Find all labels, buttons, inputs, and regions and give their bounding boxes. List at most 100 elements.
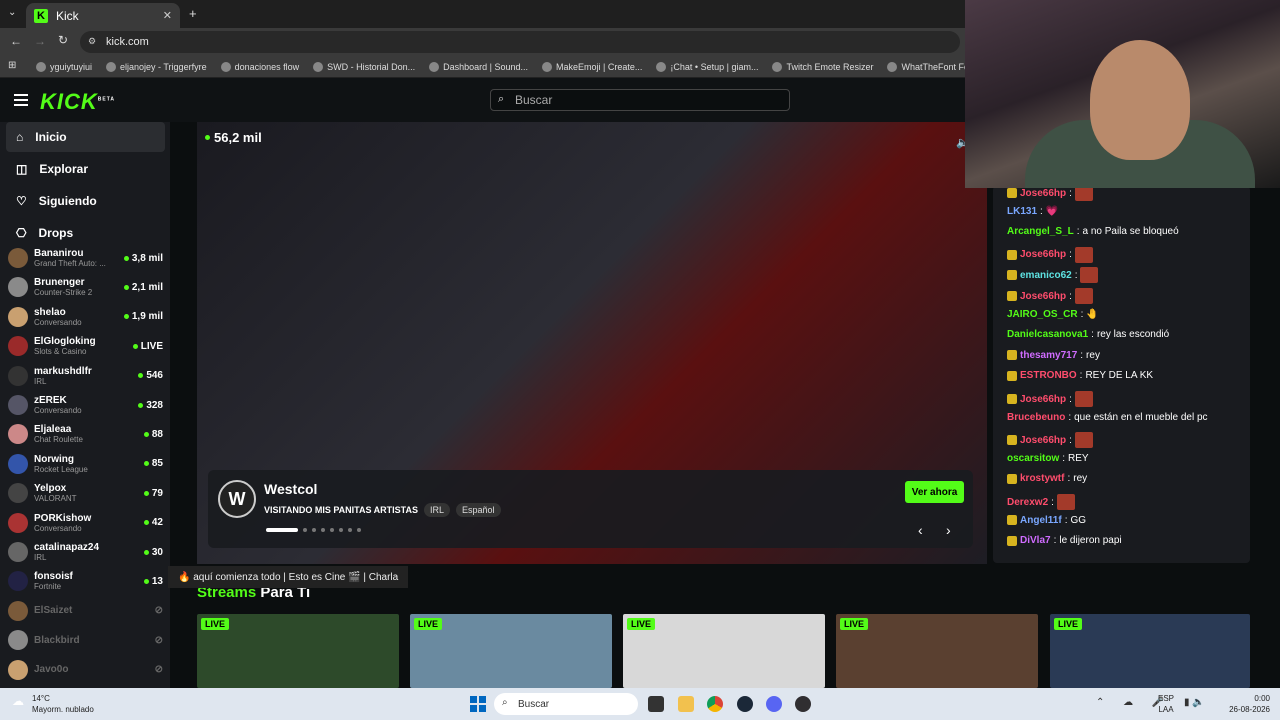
nav-item-inicio[interactable]: ⌂ Inicio xyxy=(6,122,165,152)
tag-language[interactable]: Español xyxy=(456,503,501,517)
streamer-name[interactable]: Westcol xyxy=(264,481,317,497)
chat-username[interactable]: krostywtf xyxy=(1020,473,1064,484)
chat-text: 🤚 xyxy=(1086,308,1099,320)
bookmark-item[interactable]: MakeEmoji | Create... xyxy=(542,61,642,72)
bookmark-favicon-icon xyxy=(106,61,117,72)
chat-username[interactable]: DiVla7 xyxy=(1020,535,1051,546)
stream-thumbnail[interactable]: LIVE xyxy=(623,614,825,688)
carousel-dot[interactable] xyxy=(303,528,307,532)
bookmark-item[interactable]: ¡Chat • Setup | giam... xyxy=(656,61,758,72)
sidebar-channel[interactable]: ElGlogloking Slots & Casino LIVE xyxy=(8,332,163,360)
carousel-dot[interactable] xyxy=(357,528,361,532)
stream-thumbnail[interactable]: LIVE xyxy=(197,614,399,688)
forward-icon[interactable]: → xyxy=(34,34,46,48)
chat-username[interactable]: oscarsitow xyxy=(1007,453,1059,464)
tag-irl[interactable]: IRL xyxy=(424,503,451,517)
channel-info: shelao Conversando xyxy=(34,307,124,327)
taskbar-search[interactable]: Buscar xyxy=(494,693,638,715)
bookmark-item[interactable]: Twitch Emote Resizer xyxy=(772,61,873,72)
sidebar-channel[interactable]: markushdlfr IRL 546 xyxy=(8,362,163,390)
sidebar-channel[interactable]: fonsoisf Fortnite 13 xyxy=(8,567,163,595)
chat-username[interactable]: Jose66hp xyxy=(1020,249,1066,260)
windows-start-icon[interactable] xyxy=(470,696,486,712)
carousel-prev-button[interactable]: ‹ xyxy=(918,522,923,538)
carousel-dot[interactable] xyxy=(266,528,298,532)
kick-logo[interactable]: KICKBETA xyxy=(40,89,115,115)
taskbar-search-icon: ⌕ xyxy=(502,697,508,708)
chat-emote-icon xyxy=(1080,267,1099,284)
tab-close-icon[interactable]: ✕ xyxy=(163,9,172,22)
channel-viewers: 13 xyxy=(143,576,163,587)
obs-icon[interactable] xyxy=(795,696,811,712)
channel-name: Yelpox xyxy=(34,483,67,495)
apps-grid-icon[interactable]: ⊞ xyxy=(8,60,16,71)
chat-username[interactable]: Danielcasanova1 xyxy=(1007,329,1088,340)
bookmark-item[interactable]: SWD - Historial Don... xyxy=(313,61,415,72)
chat-username[interactable]: Jose66hp xyxy=(1020,291,1066,302)
tab-list-icon[interactable]: ⌄ xyxy=(8,7,16,18)
bookmark-item[interactable]: donaciones flow xyxy=(220,61,299,72)
sidebar-channel[interactable]: Yelpox VALORANT 79 xyxy=(8,479,163,507)
stream-thumbnail[interactable]: LIVE xyxy=(1050,614,1250,688)
stream-thumbnail[interactable]: LIVE xyxy=(410,614,612,688)
carousel-dot[interactable] xyxy=(321,528,325,532)
nav-item-siguiendo[interactable]: ♡ Siguiendo xyxy=(6,186,165,216)
file-explorer-icon[interactable] xyxy=(678,696,694,712)
sidebar-channel[interactable]: Norwing Rocket League 85 xyxy=(8,450,163,478)
new-tab-icon[interactable]: + xyxy=(189,6,197,21)
chat-username[interactable]: Jose66hp xyxy=(1020,435,1066,446)
streamer-avatar[interactable]: W xyxy=(218,480,256,518)
taskbar-clock[interactable]: 0:00 26-08-2026 xyxy=(1222,693,1270,715)
network-volume-icons[interactable]: ▮ 🔈 xyxy=(1184,697,1205,708)
channel-info: ElGlogloking Slots & Casino xyxy=(34,336,133,356)
steam-icon[interactable] xyxy=(737,696,753,712)
carousel-next-button[interactable]: › xyxy=(946,522,951,538)
bookmark-item[interactable]: Dashboard | Sound... xyxy=(429,61,528,72)
browser-tab[interactable]: K Kick ✕ xyxy=(26,3,180,28)
chat-username[interactable]: Arcangel_S_L xyxy=(1007,226,1074,237)
channel-viewers: ⊘ xyxy=(155,664,163,675)
chat-username[interactable]: Jose66hp xyxy=(1020,188,1066,199)
bookmark-item[interactable]: eljanojey - Triggerfyre xyxy=(106,61,207,72)
channel-info: Brunenger Counter-Strike 2 xyxy=(34,277,124,297)
bookmark-item[interactable]: yguiytuyiui xyxy=(36,61,92,72)
back-icon[interactable]: ← xyxy=(10,34,22,48)
chat-username[interactable]: thesamy717 xyxy=(1020,350,1077,361)
carousel-dot[interactable] xyxy=(312,528,316,532)
search-input[interactable]: Buscar xyxy=(490,89,790,111)
chat-username[interactable]: Jose66hp xyxy=(1020,394,1066,405)
sidebar-channel[interactable]: Blackbird ⊘ xyxy=(8,626,163,654)
carousel-dot[interactable] xyxy=(348,528,352,532)
chrome-icon[interactable] xyxy=(707,696,723,712)
chat-username[interactable]: ESTRONBO xyxy=(1020,370,1077,381)
carousel-dot[interactable] xyxy=(330,528,334,532)
sidebar-channel[interactable]: ElSaizet ⊘ xyxy=(8,597,163,625)
chat-username[interactable]: Brucebeuno xyxy=(1007,412,1065,423)
chat-username[interactable]: Angel11f xyxy=(1020,515,1062,526)
stream-thumbnail[interactable]: LIVE xyxy=(836,614,1038,688)
chat-username[interactable]: Derexw2 xyxy=(1007,497,1048,508)
task-view-icon[interactable] xyxy=(648,696,664,712)
discord-icon[interactable] xyxy=(766,696,782,712)
sidebar-channel[interactable]: PORKishow Conversando 42 xyxy=(8,509,163,537)
sidebar-channel[interactable]: Javo0o ⊘ xyxy=(8,656,163,684)
sidebar-channel[interactable]: Brunenger Counter-Strike 2 2,1 mil xyxy=(8,273,163,301)
url-input[interactable]: kick.com xyxy=(80,31,960,53)
sidebar-channel[interactable]: zEREK Conversando 328 xyxy=(8,391,163,419)
sidebar-channel[interactable]: shelao Conversando 1,9 mil xyxy=(8,303,163,331)
menu-icon[interactable] xyxy=(14,94,28,106)
watch-now-button[interactable]: Ver ahora xyxy=(905,481,964,503)
chat-username[interactable]: emanico62 xyxy=(1020,270,1072,281)
chat-username[interactable]: JAIRO_OS_CR xyxy=(1007,309,1078,320)
nav-item-explorar[interactable]: ◫ Explorar xyxy=(6,154,165,184)
live-dot-icon xyxy=(123,284,129,290)
language-indicator[interactable]: ESP LAA xyxy=(1158,693,1174,715)
site-info-icon[interactable]: ⚙ xyxy=(88,36,96,47)
carousel-dot[interactable] xyxy=(339,528,343,532)
weather-widget[interactable]: 14°C Mayorm. nublado xyxy=(32,693,94,715)
chat-username[interactable]: LK131 xyxy=(1007,206,1037,217)
sidebar-channel[interactable]: Bananirou Grand Theft Auto: ... 3,8 mil xyxy=(8,244,163,272)
reload-icon[interactable]: ↻ xyxy=(58,33,68,47)
sidebar-channel[interactable]: catalinapaz24 IRL 30 xyxy=(8,538,163,566)
sidebar-channel[interactable]: Eljaleaa Chat Roulette 88 xyxy=(8,420,163,448)
